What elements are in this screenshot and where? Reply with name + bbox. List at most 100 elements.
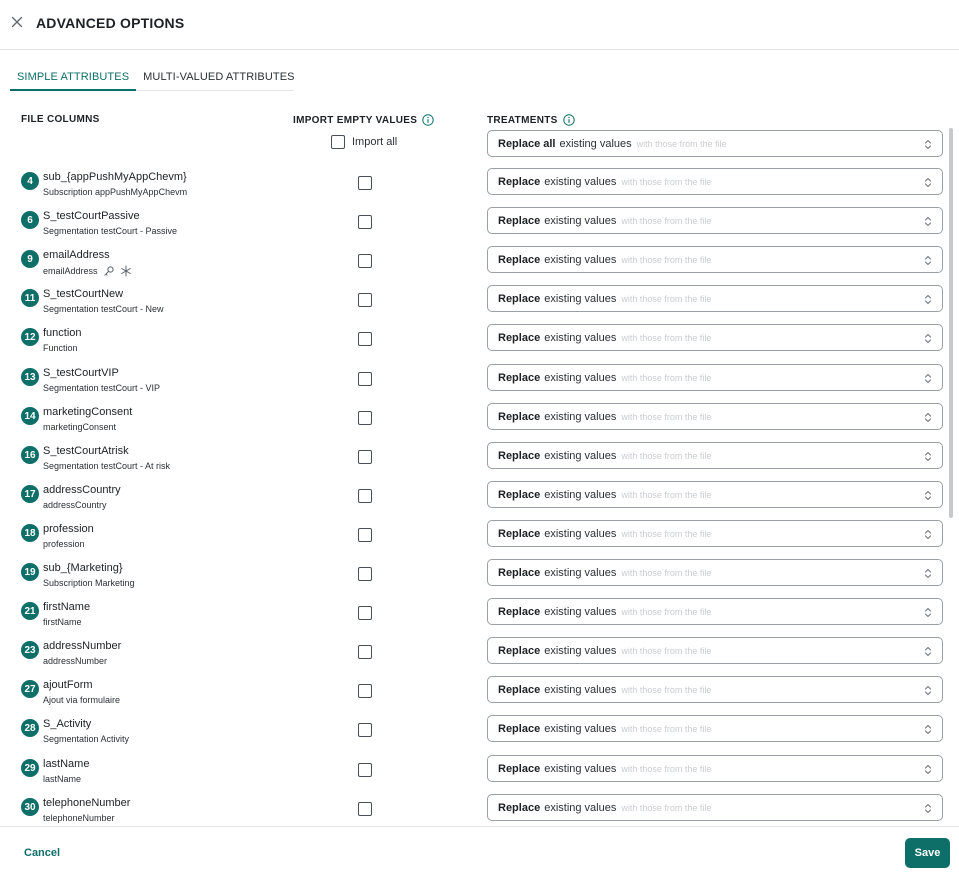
column-number-badge: 12	[21, 328, 39, 346]
import-empty-values-header: IMPORT EMPTY VALUES	[293, 114, 434, 126]
treatment-select[interactable]: Replace existing values with those from th…	[487, 168, 943, 195]
treatment-faint: with those from the file	[621, 254, 712, 265]
treatment-select[interactable]: Replace existing values with those from th…	[487, 755, 943, 782]
treatment-select[interactable]: Replace existing values with those from th…	[487, 715, 943, 742]
column-number-badge: 14	[21, 407, 39, 425]
attribute-name: lastName	[43, 758, 90, 770]
import-empty-checkbox[interactable]	[358, 489, 372, 503]
treatment-faint: with those from the file	[621, 411, 712, 422]
import-empty-checkbox[interactable]	[358, 645, 372, 659]
import-all-control[interactable]: Import all	[331, 135, 397, 149]
import-empty-checkbox[interactable]	[358, 176, 372, 190]
treatment-select[interactable]: Replace existing values with those from th…	[487, 324, 943, 351]
treatment-select[interactable]: Replace existing values with those from th…	[487, 520, 943, 547]
import-empty-checkbox[interactable]	[358, 567, 372, 581]
treatment-normal: existing values	[544, 488, 617, 501]
info-icon[interactable]	[422, 114, 434, 126]
attribute-label: telephoneNumber	[43, 813, 115, 823]
attribute-name: sub_{Marketing}	[43, 562, 123, 574]
cancel-button[interactable]: Cancel	[24, 847, 60, 859]
treatment-faint: with those from the file	[621, 802, 712, 813]
treatment-select[interactable]: Replace existing values with those from th…	[487, 598, 943, 625]
tab-multi-valued-attributes[interactable]: MULTI-VALUED ATTRIBUTES	[136, 64, 301, 91]
import-empty-checkbox[interactable]	[358, 802, 372, 816]
table-row: 27 ajoutForm Ajout via formulaire Replace ex…	[0, 676, 959, 715]
import-empty-checkbox[interactable]	[358, 215, 372, 229]
treatment-normal: existing values	[544, 214, 617, 227]
treatment-select[interactable]: Replace existing values with those from th…	[487, 481, 943, 508]
attribute-label-text: Segmentation testCourt - At risk	[43, 461, 171, 471]
column-number-badge: 19	[21, 563, 39, 581]
table-row: 29 lastName lastName Replace existing values…	[0, 755, 959, 794]
chevron-up-down-icon	[925, 295, 931, 304]
treatment-faint: with those from the file	[621, 489, 712, 500]
attribute-label: Segmentation testCourt - New	[43, 304, 164, 314]
asterisk-icon	[120, 265, 131, 277]
treatment-select[interactable]: Replace existing values with those from th…	[487, 559, 943, 586]
attribute-label: Subscription appPushMyAppChevm	[43, 187, 187, 197]
attribute-label: Ajout via formulaire	[43, 695, 120, 705]
attribute-label-text: addressCountry	[43, 500, 107, 510]
attribute-label-text: Segmentation testCourt - Passive	[43, 226, 178, 236]
column-number-badge: 21	[21, 602, 39, 620]
import-empty-checkbox[interactable]	[358, 332, 372, 346]
treatment-select[interactable]: Replace existing values with those from th…	[487, 246, 943, 273]
chevron-up-down-icon	[925, 334, 931, 343]
close-icon[interactable]	[8, 13, 26, 31]
attribute-label: Segmentation testCourt - Passive	[43, 226, 177, 236]
column-number-badge: 30	[21, 798, 39, 816]
treatment-select[interactable]: Replace existing values with those from th…	[487, 637, 943, 664]
import-empty-checkbox[interactable]	[358, 293, 372, 307]
treatment-strong: Replace	[498, 371, 541, 384]
treatment-faint: with those from the file	[621, 372, 712, 383]
treatment-normal: existing values	[544, 253, 617, 266]
attribute-name: firstName	[43, 601, 91, 613]
treatment-normal: existing values	[544, 683, 617, 696]
treatment-select[interactable]: Replace existing values with those from th…	[487, 403, 943, 430]
treatment-select[interactable]: Replace existing values with those from th…	[487, 442, 943, 469]
import-empty-checkbox[interactable]	[358, 528, 372, 542]
attribute-label-text: Subscription Marketing	[43, 578, 135, 588]
vertical-scrollbar[interactable]	[949, 128, 953, 518]
import-empty-checkbox[interactable]	[358, 763, 372, 777]
treatment-faint: with those from the file	[621, 567, 712, 578]
import-empty-checkbox[interactable]	[358, 684, 372, 698]
import-empty-checkbox[interactable]	[358, 450, 372, 464]
chevron-up-down-icon	[925, 256, 931, 265]
import-empty-checkbox[interactable]	[358, 411, 372, 425]
chevron-up-down-icon	[925, 765, 931, 774]
import-empty-checkbox[interactable]	[358, 372, 372, 386]
treatment-select[interactable]: Replace existing values with those from th…	[487, 794, 943, 821]
import-empty-checkbox[interactable]	[358, 254, 372, 268]
treatment-faint: with those from the file	[636, 138, 727, 149]
import-all-checkbox[interactable]	[331, 135, 345, 149]
attribute-label-text: profession	[43, 539, 85, 549]
import-empty-checkbox[interactable]	[358, 723, 372, 737]
tab-simple-attributes[interactable]: SIMPLE ATTRIBUTES	[10, 64, 137, 91]
treatment-faint: with those from the file	[621, 606, 712, 617]
treatment-faint: with those from the file	[621, 684, 712, 695]
treatment-select[interactable]: Replace existing values with those from th…	[487, 285, 943, 312]
table-row: 18 profession profession Replace existing va…	[0, 520, 959, 559]
table-row: 19 sub_{Marketing} Subscription Marketing R…	[0, 559, 959, 598]
attribute-name: telephoneNumber	[43, 797, 131, 809]
treatment-strong: Replace	[498, 644, 541, 657]
chevron-up-down-icon	[925, 178, 931, 187]
table-row: 14 marketingConsent marketingConsent Replac…	[0, 403, 959, 442]
info-icon[interactable]	[562, 114, 575, 126]
treatment-select[interactable]: Replace existing values with those from th…	[487, 207, 943, 234]
save-button[interactable]: Save	[905, 838, 950, 868]
import-empty-values-header-label: IMPORT EMPTY VALUES	[293, 114, 418, 126]
attribute-name: addressNumber	[43, 640, 122, 652]
attribute-label: Segmentation testCourt - At risk	[43, 461, 170, 471]
attribute-name: emailAddress	[43, 249, 110, 261]
treatment-select[interactable]: Replace existing values with those from th…	[487, 364, 943, 391]
attribute-label-text: firstName	[43, 617, 82, 627]
import-empty-checkbox[interactable]	[358, 606, 372, 620]
table-row: 9 emailAddress emailAddress Replace existing…	[0, 246, 959, 285]
treatment-faint: with those from the file	[621, 763, 712, 774]
treatment-select[interactable]: Replace existing values with those from th…	[487, 676, 943, 703]
column-number-badge: 28	[21, 719, 39, 737]
treatment-strong: Replace	[498, 214, 541, 227]
global-treatment-select[interactable]: Replace all existing values with those f…	[487, 130, 943, 157]
